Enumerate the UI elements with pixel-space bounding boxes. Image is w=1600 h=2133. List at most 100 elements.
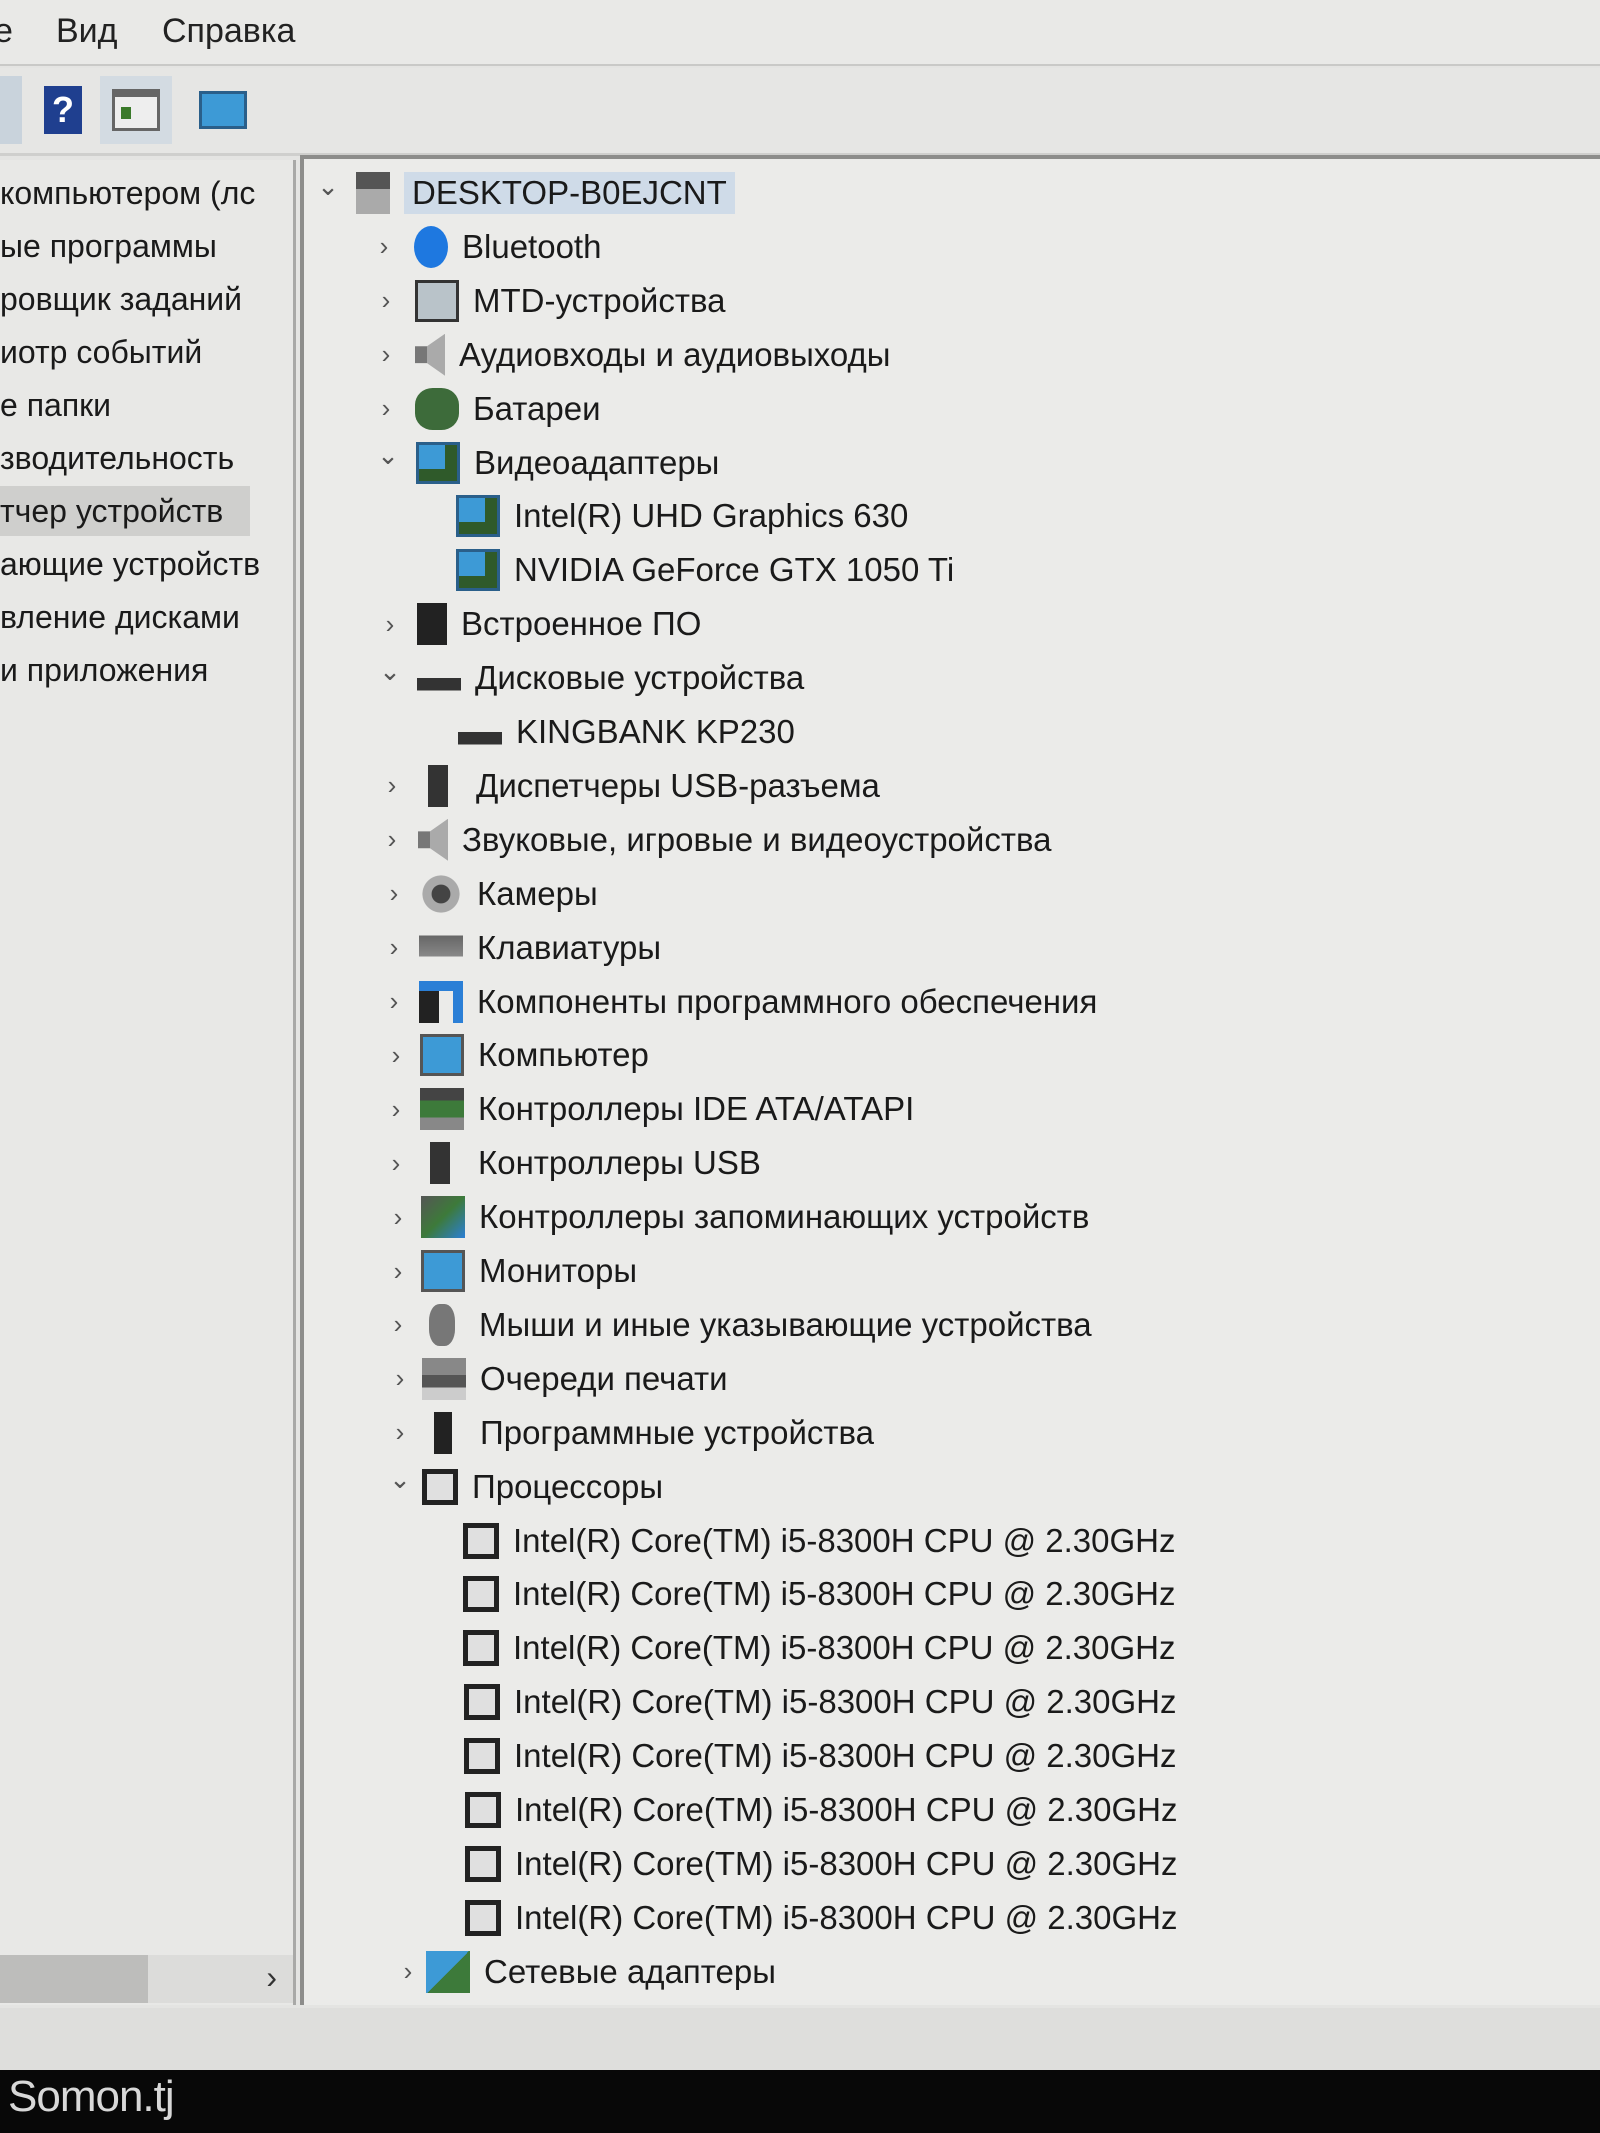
tree-item-label: Intel(R) Core(TM) i5-8300H CPU @ 2.30GHz (513, 1521, 1176, 1559)
tree-item-label: Клавиатуры (477, 928, 662, 966)
chevron-right-icon[interactable]: › (382, 986, 406, 1017)
tree-device[interactable]: Intel(R) Core(TM) i5-8300H CPU @ 2.30GHz (464, 1730, 1177, 1782)
chevron-right-icon[interactable]: › (384, 1040, 408, 1071)
chevron-right-icon[interactable]: › (386, 1309, 410, 1340)
tree-category[interactable]: › Bluetooth (380, 221, 601, 273)
help-button[interactable]: ? (32, 76, 94, 144)
tree-item-label: Диспетчеры USB-разъема (476, 766, 880, 804)
tree-category[interactable]: › Звуковые, игровые и видеоустройства (388, 814, 1051, 866)
chevron-right-icon[interactable]: › (388, 1417, 412, 1448)
chevron-right-icon[interactable]: › (386, 1256, 410, 1287)
chevron-right-icon[interactable]: › (388, 1363, 412, 1394)
tree-category[interactable]: ⌄ Дисковые устройства (379, 652, 804, 704)
chevron-right-icon[interactable]: › (374, 393, 398, 424)
chevron-down-icon[interactable]: ⌄ (388, 1464, 412, 1495)
tree-device[interactable]: KINGBANK KP230 (458, 706, 795, 758)
properties-button[interactable] (100, 76, 172, 144)
console-tree-item[interactable]: ровщик заданий (0, 274, 242, 324)
chevron-right-icon[interactable]: › (384, 1148, 408, 1179)
console-tree-item[interactable]: и приложения (0, 645, 208, 695)
tree-category[interactable]: ⌄ Видеоадаптеры (377, 437, 719, 489)
processor-icon (463, 1576, 499, 1613)
tree-device[interactable]: Intel(R) Core(TM) i5-8300H CPU @ 2.30GHz (464, 1676, 1177, 1728)
tree-category[interactable]: › Батареи (382, 383, 601, 435)
toolbar: ? (0, 68, 1600, 156)
tree-category[interactable]: ›Системные устройства (426, 2000, 838, 2005)
chevron-right-icon[interactable]: › (372, 231, 396, 262)
console-tree-item[interactable]: ые программы (0, 221, 217, 271)
tree-device[interactable]: Intel(R) Core(TM) i5-8300H CPU @ 2.30GHz (463, 1568, 1176, 1620)
storage-controller-icon (421, 1196, 465, 1239)
scroll-right-icon[interactable]: › (266, 1959, 277, 1996)
help-icon: ? (44, 86, 82, 134)
tree-category[interactable]: › Компоненты программного обеспечения (390, 976, 1098, 1028)
tree-item-label: Intel(R) Core(TM) i5-8300H CPU @ 2.30GHz (515, 1791, 1178, 1828)
tree-device[interactable]: Intel(R) Core(TM) i5-8300H CPU @ 2.30GHz (463, 1622, 1176, 1674)
tree-category[interactable]: › Очереди печати (396, 1353, 728, 1405)
tree-category[interactable]: › Контроллеры USB (392, 1137, 761, 1189)
tree-root[interactable]: ⌄ DESKTOP-B0EJCNT (317, 167, 735, 219)
display-adapter-icon (456, 495, 500, 538)
chevron-right-icon[interactable]: › (380, 770, 404, 801)
menu-action[interactable]: е (0, 12, 13, 51)
tree-item-label: Очереди печати (480, 1359, 728, 1397)
console-tree-item[interactable]: тчер устройств (0, 486, 250, 536)
tree-device[interactable]: Intel(R) UHD Graphics 630 (456, 490, 908, 542)
network-icon (426, 1950, 470, 1993)
tree-device[interactable]: NVIDIA GeForce GTX 1050 Ti (456, 544, 954, 596)
chevron-right-icon[interactable]: › (382, 932, 406, 963)
chevron-right-icon[interactable]: › (384, 1094, 408, 1125)
tree-category[interactable]: › Контроллеры запоминающих устройств (394, 1191, 1089, 1243)
menu-view[interactable]: Вид (56, 12, 118, 51)
tree-category[interactable]: › Компьютер (392, 1029, 649, 1081)
properties-icon (112, 89, 160, 131)
tree-category[interactable]: › Аудиовходы и аудиовыходы (382, 329, 891, 381)
tree-category[interactable]: › Диспетчеры USB-разъема (388, 760, 880, 812)
chevron-down-icon[interactable]: ⌄ (376, 440, 400, 471)
console-tree-item[interactable]: ающие устройств (0, 539, 260, 589)
scrollbar-thumb[interactable] (0, 1955, 148, 2003)
horizontal-scrollbar[interactable]: › (0, 1955, 293, 2003)
tree-category[interactable]: › Мыши и иные указывающие устройства (394, 1299, 1092, 1351)
tree-category[interactable]: › Клавиатуры (390, 922, 662, 974)
tree-item-label: Камеры (477, 874, 598, 912)
tree-category[interactable]: › Сетевые адаптеры (404, 1946, 776, 1998)
chevron-right-icon[interactable]: › (378, 609, 402, 640)
watermark: Somon.tj (8, 2072, 175, 2121)
tree-device[interactable]: Intel(R) Core(TM) i5-8300H CPU @ 2.30GHz (463, 1515, 1176, 1567)
tree-device[interactable]: Intel(R) Core(TM) i5-8300H CPU @ 2.30GHz (465, 1892, 1178, 1944)
toolbar-button[interactable] (0, 76, 22, 144)
console-tree-item[interactable]: зводительность (0, 433, 234, 483)
monitor-icon (420, 1034, 464, 1077)
tree-category[interactable]: › Программные устройства (396, 1407, 874, 1459)
chevron-down-icon[interactable]: ⌄ (378, 656, 402, 687)
console-tree-item[interactable]: вление дисками (0, 592, 240, 642)
tree-category[interactable]: › Встроенное ПО (386, 598, 701, 650)
tree-category[interactable]: › Камеры (390, 868, 598, 920)
menu-help[interactable]: Справка (162, 12, 295, 51)
console-tree-item[interactable]: е папки (0, 380, 111, 430)
tree-device[interactable]: Intel(R) Core(TM) i5-8300H CPU @ 2.30GHz (465, 1838, 1178, 1890)
tree-item-label: Процессоры (472, 1467, 664, 1505)
tree-category[interactable]: ⌄ Процессоры (389, 1461, 664, 1513)
tree-item-label: Мыши и иные указывающие устройства (479, 1305, 1092, 1343)
tree-item-label: Intel(R) Core(TM) i5-8300H CPU @ 2.30GHz (515, 1844, 1178, 1882)
console-tree-item[interactable]: компьютером (лс (0, 168, 255, 218)
tree-device[interactable]: Intel(R) Core(TM) i5-8300H CPU @ 2.30GHz (465, 1784, 1178, 1836)
tree-category[interactable]: › Мониторы (394, 1245, 637, 1297)
tree-item-label: Компоненты программного обеспечения (477, 982, 1098, 1020)
chevron-right-icon[interactable]: › (382, 878, 406, 909)
console-tree-item[interactable]: иотр событий (0, 327, 202, 377)
chevron-right-icon[interactable]: › (374, 285, 398, 316)
tree-item-label: Intel(R) Core(TM) i5-8300H CPU @ 2.30GHz (514, 1737, 1177, 1775)
battery-icon (415, 387, 459, 430)
tree-category[interactable]: › MTD-устройства (382, 275, 725, 327)
tree-category[interactable]: › Контроллеры IDE ATA/ATAPI (392, 1083, 914, 1135)
firmware-icon (417, 603, 447, 646)
chevron-right-icon[interactable]: › (374, 339, 398, 370)
chevron-right-icon[interactable]: › (396, 1956, 420, 1987)
chevron-right-icon[interactable]: › (380, 824, 404, 855)
chevron-down-icon[interactable]: ⌄ (316, 171, 340, 202)
chevron-right-icon[interactable]: › (386, 1202, 410, 1233)
monitor-button[interactable] (192, 76, 254, 144)
